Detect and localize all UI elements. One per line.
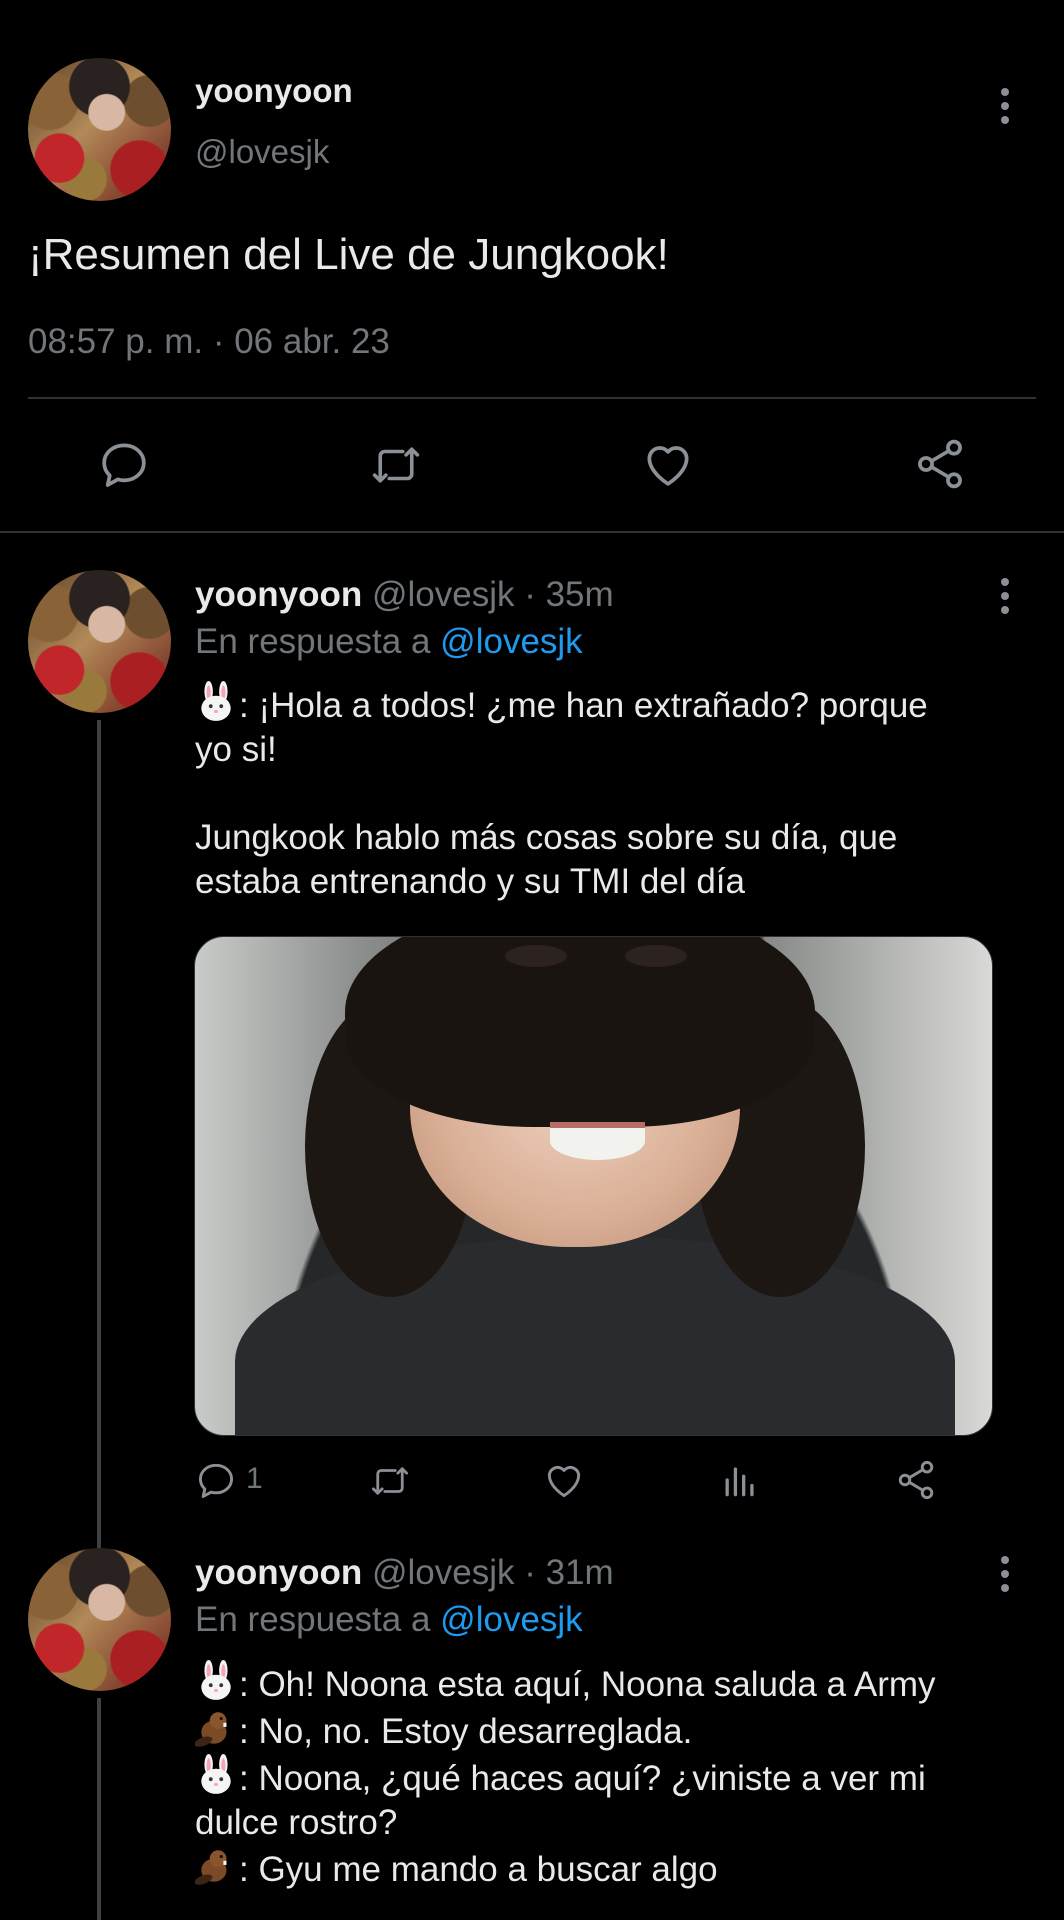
more-options-icon[interactable] — [998, 1556, 1012, 1596]
rabbit-face-icon — [201, 1754, 231, 1794]
thread-line — [97, 720, 101, 1550]
reply-line: : Gyu me mando a buscar algo — [239, 1850, 718, 1889]
tweet-timestamp[interactable]: 08:57 p. m. · 06 abr. 23 — [28, 322, 390, 362]
reply-header: yoonyoon @lovesjk · 35m — [195, 575, 614, 615]
reply-text: : ¡Hola a todos! ¿me han extrañado? porq… — [195, 681, 1015, 904]
beaver-icon — [195, 1850, 227, 1885]
reply-line: Jungkook hablo más cosas sobre su día, q… — [195, 818, 898, 857]
reply-line: estaba entrenando y su TMI del día — [195, 862, 745, 901]
divider — [28, 397, 1036, 399]
thread-line — [97, 1698, 101, 1920]
user-handle[interactable]: @lovesjk — [372, 1553, 515, 1592]
reply-time: · 35m — [524, 575, 614, 614]
reply-line: dulce rostro? — [195, 1803, 398, 1842]
divider — [0, 531, 1064, 533]
rabbit-face-icon — [201, 681, 231, 721]
share-icon[interactable] — [894, 1458, 938, 1502]
beaver-icon — [195, 1712, 227, 1747]
reply-mention-link[interactable]: @lovesjk — [440, 1600, 583, 1639]
reply-header: yoonyoon @lovesjk · 31m — [195, 1553, 614, 1593]
avatar[interactable] — [28, 58, 171, 201]
more-options-icon[interactable] — [998, 88, 1012, 128]
reply-icon[interactable] — [96, 436, 152, 492]
analytics-icon[interactable] — [718, 1458, 762, 1502]
avatar[interactable] — [28, 570, 171, 713]
reply-to-label: En respuesta a — [195, 1600, 431, 1639]
reply-line: : Noona, ¿qué haces aquí? ¿viniste a ver… — [239, 1759, 926, 1798]
reply-actions: 1 — [194, 1456, 994, 1506]
reply-text: : Oh! Noona esta aquí, Noona saluda a Ar… — [195, 1660, 1035, 1892]
avatar[interactable] — [28, 1548, 171, 1691]
display-name[interactable]: yoonyoon — [195, 72, 353, 110]
display-name[interactable]: yoonyoon — [195, 1553, 362, 1592]
reply-to-line: En respuesta a @lovesjk — [195, 622, 583, 662]
reply-line: : Oh! Noona esta aquí, Noona saluda a Ar… — [239, 1665, 936, 1704]
user-handle[interactable]: @lovesjk — [372, 575, 515, 614]
like-icon[interactable] — [640, 436, 696, 492]
tweet-photo[interactable] — [194, 936, 993, 1436]
tweet-text: ¡Resumen del Live de Jungkook! — [28, 230, 669, 279]
retweet-icon[interactable] — [366, 1460, 414, 1502]
reply-line: yo si! — [195, 730, 277, 769]
reply-mention-link[interactable]: @lovesjk — [440, 622, 583, 661]
reply-line: : ¡Hola a todos! ¿me han extrañado? porq… — [239, 686, 928, 725]
reply-count: 1 — [246, 1462, 263, 1495]
share-icon[interactable] — [912, 436, 968, 492]
reply-to-label: En respuesta a — [195, 622, 431, 661]
reply-time: · 31m — [524, 1553, 614, 1592]
retweet-icon[interactable] — [366, 438, 426, 492]
display-name[interactable]: yoonyoon — [195, 575, 362, 614]
like-icon[interactable] — [542, 1458, 586, 1502]
reply-line: : No, no. Estoy desarreglada. — [239, 1712, 693, 1751]
reply-icon[interactable] — [194, 1458, 238, 1502]
user-handle[interactable]: @lovesjk — [195, 133, 329, 171]
rabbit-face-icon — [201, 1660, 231, 1700]
more-options-icon[interactable] — [998, 578, 1012, 618]
reply-to-line: En respuesta a @lovesjk — [195, 1600, 583, 1640]
